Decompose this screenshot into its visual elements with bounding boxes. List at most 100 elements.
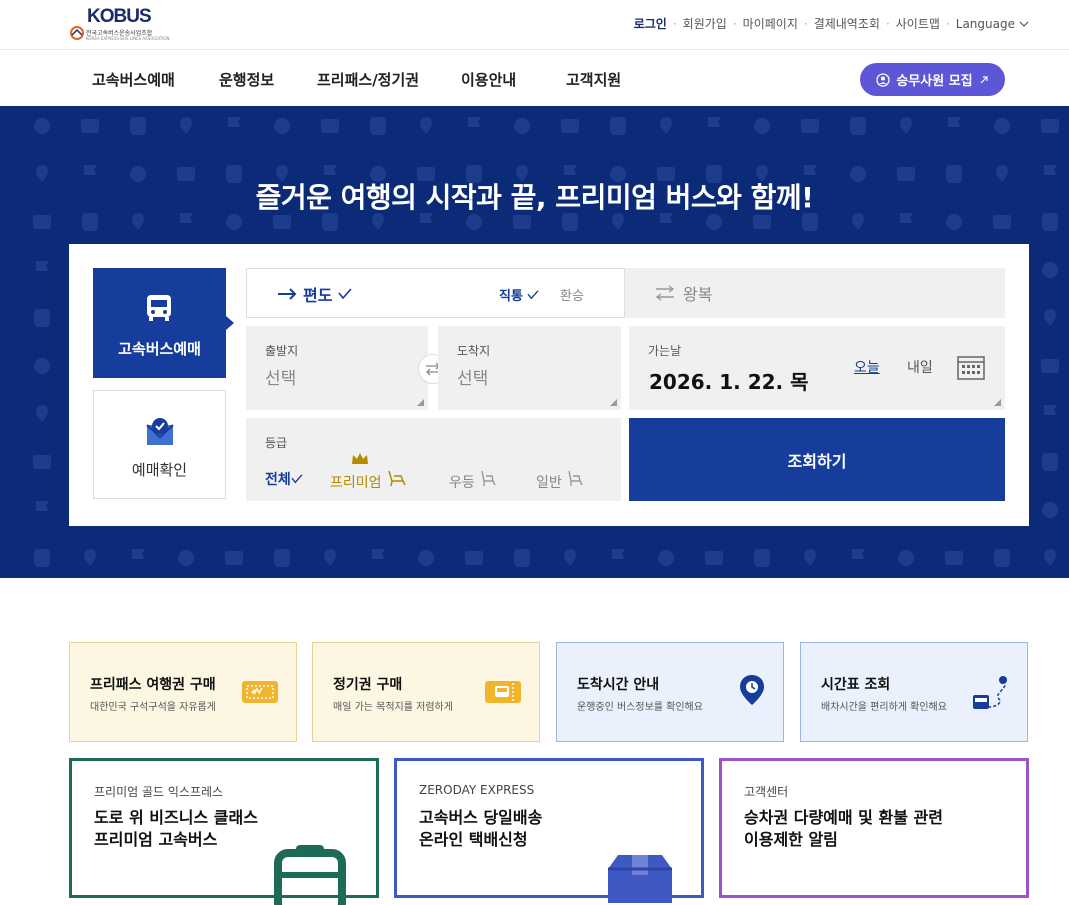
tab-booking-check-label: 예매확인 [131, 461, 188, 479]
sitemap-link[interactable]: 사이트맵 [896, 15, 940, 32]
logo-mark-icon [70, 26, 84, 40]
ticket-icon [242, 681, 278, 703]
banner-card-zeroday[interactable]: ZERODAY EXPRESS 고속버스 당일배송 온라인 택배신청 [394, 758, 704, 903]
login-link[interactable]: 로그인 [634, 15, 667, 32]
banner-card-headline: 도로 위 비즈니스 클래스 프리미엄 고속버스 [94, 808, 258, 849]
top-bar: KOBUS 전국고속버스운송사업조합 KOREA EXPRESS BUS LIN… [0, 0, 1069, 50]
date-field[interactable]: 가는날 2026. 1. 22. 목 오늘 내일 [629, 326, 1005, 410]
grade-premium-label: 프리미엄 [330, 475, 382, 491]
nav-freepass[interactable]: 프리패스/정기권 [317, 69, 419, 90]
arrival-field[interactable]: 도착지 선택 [438, 326, 621, 410]
nav-bus-booking[interactable]: 고속버스예매 [92, 69, 175, 90]
tab-bus-booking[interactable]: 고속버스예매 [93, 268, 226, 378]
tomorrow-button[interactable]: 내일 [907, 357, 933, 377]
logo-subtitle-en: KOREA EXPRESS BUS LINES ASSOCIATION [86, 36, 170, 41]
bus-icon [147, 295, 171, 321]
transfer-option[interactable]: 환승 [560, 285, 584, 304]
direct-label: 직통 [499, 289, 523, 304]
bus-ticket-icon [485, 681, 521, 703]
banner-card-headline: 고속버스 당일배송 온라인 택배신청 [419, 808, 543, 849]
utility-nav: 로그인 · 회원가입 · 마이페이지 · 결제내역조회 · 사이트맵 · Lan… [634, 15, 1029, 32]
departure-value: 선택 [265, 369, 297, 389]
parcel-box-icon [608, 855, 672, 903]
arrival-value: 선택 [457, 369, 489, 389]
banner-card-category: 프리미엄 골드 익스프레스 [94, 785, 224, 799]
signup-link[interactable]: 회원가입 [683, 15, 727, 32]
external-arrow-icon [980, 75, 988, 83]
date-caption: 가는날 [648, 344, 682, 358]
quick-card-subtitle: 매일 가는 목적지를 저렴하게 [333, 702, 453, 713]
quick-card-freepass[interactable]: 프리패스 여행권 구매 대한민국 구석구석을 자유롭게 [69, 642, 297, 742]
tab-bus-booking-label: 고속버스예매 [118, 340, 201, 358]
date-value: 2026. 1. 22. 목 [649, 370, 809, 394]
roundtrip-group: 왕복 [655, 281, 712, 305]
separator: · [885, 16, 890, 31]
check-icon [338, 288, 353, 300]
direct-option[interactable]: 직통 [499, 285, 539, 304]
quick-card-title: 시간표 조회 [821, 677, 891, 693]
quick-card-title: 도착시간 안내 [577, 677, 660, 693]
dropdown-corner-icon [610, 399, 617, 406]
separator: · [945, 16, 950, 31]
banner-card-customer-center[interactable]: 고객센터 승차권 다량예매 및 환불 관련 이용제한 알림 [719, 758, 1029, 898]
quick-card-commuter-pass[interactable]: 정기권 구매 매일 가는 목적지를 저렴하게 [312, 642, 540, 742]
grade-premium-option[interactable]: 프리미엄 [330, 469, 408, 492]
quick-card-arrival-time[interactable]: 도착시간 안내 운행중인 버스정보를 확인해요 [556, 642, 784, 742]
arrow-right-icon [278, 288, 297, 300]
grade-caption: 등급 [265, 436, 288, 450]
ticket-check-icon [146, 418, 174, 445]
roundtrip-label: 왕복 [683, 285, 713, 304]
crown-icon [352, 453, 368, 464]
separator: · [732, 16, 737, 31]
quick-card-subtitle: 대한민국 구석구석을 자유롭게 [90, 702, 216, 713]
trip-oneway-option[interactable]: 편도 직통 환승 [246, 268, 625, 318]
hero-title: 즐거운 여행의 시작과 끝, 프리미엄 버스와 함께! [255, 181, 814, 214]
trip-roundtrip-option[interactable]: 왕복 [625, 268, 1005, 318]
seat-icon [568, 470, 583, 486]
language-selector[interactable]: Language [956, 17, 1029, 31]
language-label: Language [955, 16, 1015, 31]
nav-operation-info[interactable]: 운행정보 [219, 69, 274, 90]
location-pin-icon [740, 675, 764, 705]
banner-card-premium-gold[interactable]: 프리미엄 골드 익스프레스 도로 위 비즈니스 클래스 프리미엄 고속버스 [69, 758, 379, 905]
dropdown-corner-icon [417, 399, 424, 406]
search-button[interactable]: 조회하기 [629, 418, 1005, 501]
grade-first-label: 우등 [449, 475, 475, 491]
premium-bus-icon [274, 845, 346, 905]
mypage-link[interactable]: 마이페이지 [743, 15, 798, 32]
grade-all-option[interactable]: 전체 [265, 469, 303, 489]
oneway-group: 편도 [277, 282, 353, 306]
banner-card-category: 고객센터 [744, 785, 789, 799]
quick-card-title: 정기권 구매 [333, 677, 403, 693]
grade-normal-option[interactable]: 일반 [536, 469, 586, 492]
user-circle-icon [876, 72, 890, 87]
departure-caption: 출발지 [265, 344, 299, 358]
separator: · [803, 16, 808, 31]
swap-arrows-icon [655, 285, 675, 301]
grade-first-option[interactable]: 우등 [449, 469, 499, 492]
banner-card-headline: 승차권 다량예매 및 환불 관련 이용제한 알림 [744, 808, 943, 849]
today-button[interactable]: 오늘 [854, 357, 880, 377]
recruit-button[interactable]: 승무사원 모집 [860, 63, 1005, 96]
route-icon [973, 676, 1007, 709]
premium-seat-icon [388, 470, 406, 487]
nav-support[interactable]: 고객지원 [566, 69, 621, 90]
arrival-caption: 도착지 [457, 344, 491, 358]
quick-card-timetable[interactable]: 시간표 조회 배차시간을 편리하게 확인해요 [800, 642, 1028, 742]
tab-booking-check[interactable]: 예매확인 [93, 390, 226, 499]
logo-text: KOBUS [87, 6, 152, 27]
kobus-logo[interactable]: KOBUS 전국고속버스운송사업조합 KOREA EXPRESS BUS LIN… [70, 6, 170, 42]
check-icon [527, 290, 539, 300]
calendar-icon[interactable] [957, 354, 985, 380]
quick-card-subtitle: 배차시간을 편리하게 확인해요 [821, 702, 947, 713]
grade-field: 등급 전체 프리미엄 우등 일반 [246, 418, 621, 501]
grade-normal-label: 일반 [536, 475, 562, 491]
active-tab-pointer [226, 316, 234, 330]
seat-icon [481, 470, 496, 486]
payment-history-link[interactable]: 결제내역조회 [814, 15, 880, 32]
check-icon [291, 474, 303, 484]
quick-card-title: 프리패스 여행권 구매 [90, 677, 216, 693]
departure-field[interactable]: 출발지 선택 [246, 326, 428, 410]
oneway-label: 편도 [303, 286, 333, 305]
nav-guide[interactable]: 이용안내 [461, 69, 516, 90]
